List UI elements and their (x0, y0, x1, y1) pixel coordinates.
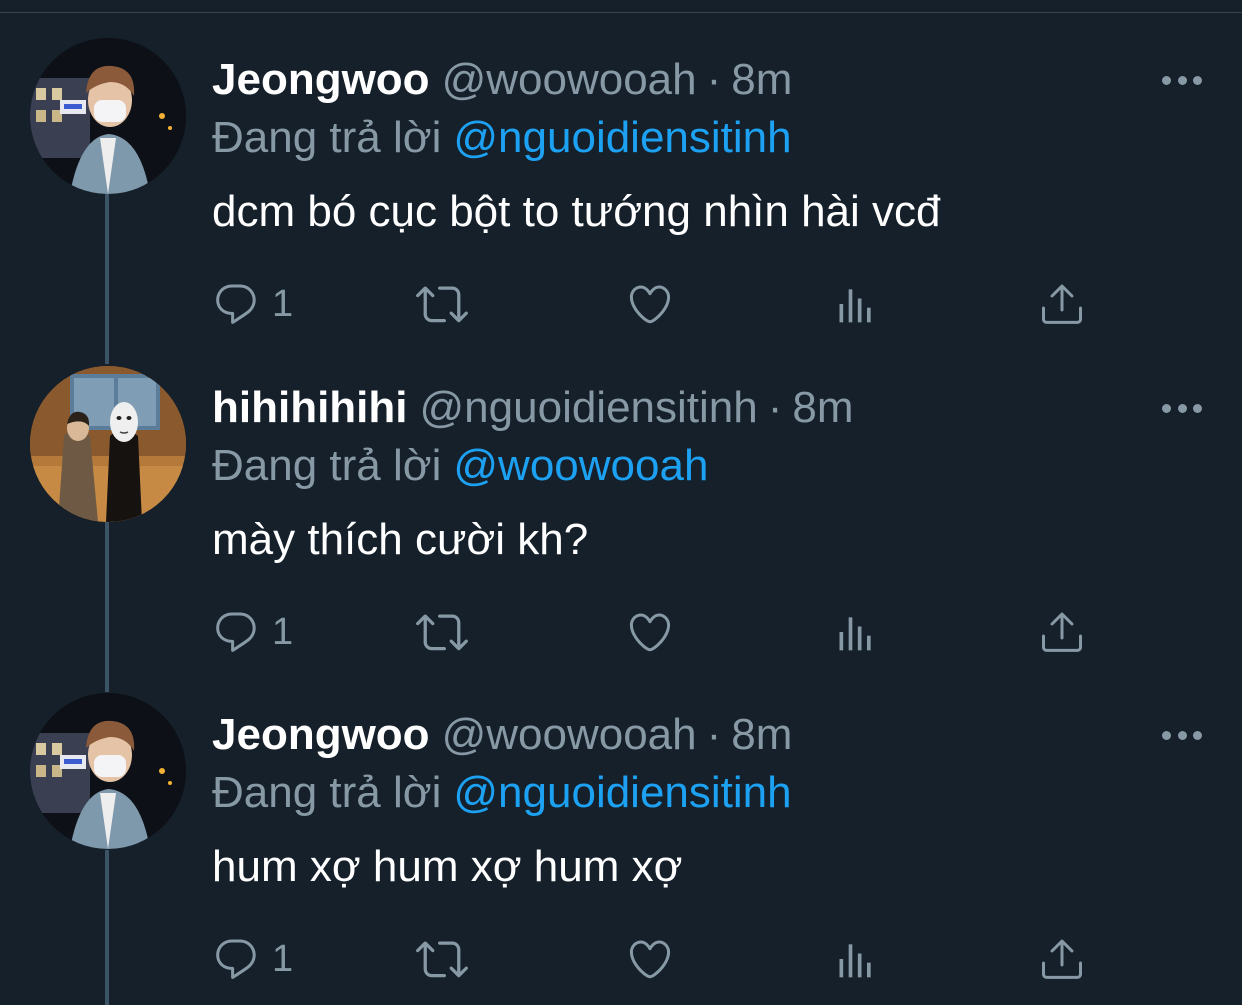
retweet-button[interactable] (416, 929, 468, 989)
timestamp[interactable]: 8m (731, 55, 792, 104)
share-icon (1042, 612, 1082, 652)
user-handle[interactable]: @woowooah (442, 710, 697, 759)
user-handle[interactable]: @woowooah (442, 55, 697, 104)
more-icon[interactable] (1162, 398, 1202, 418)
more-icon[interactable] (1162, 70, 1202, 90)
tweet-actions: 1 (212, 929, 1092, 989)
tweet-actions: 1 (212, 602, 1092, 662)
reply-to-link[interactable]: @woowooah (453, 441, 708, 490)
heart-icon (629, 940, 671, 979)
display-name[interactable]: Jeongwoo (212, 55, 430, 104)
share-button[interactable] (1038, 274, 1086, 334)
heart-icon (629, 613, 671, 652)
separator: · (767, 383, 783, 432)
reply-prefix: Đang trả lời (212, 441, 442, 490)
avatar[interactable] (30, 693, 186, 849)
tweet-text: dcm bó cục bột to tướng nhìn hài vcđ (212, 187, 941, 236)
display-name[interactable]: hihihihihi (212, 383, 408, 432)
replying-to: Đang trả lời @nguoidiensitinh (212, 108, 792, 168)
reply-count: 1 (272, 282, 294, 325)
reply-button[interactable]: 1 (212, 274, 293, 334)
share-button[interactable] (1038, 929, 1086, 989)
replying-to: Đang trả lời @woowooah (212, 436, 708, 496)
tweet-actions: 1 (212, 274, 1092, 334)
avatar-jeongwoo-image (30, 693, 186, 849)
reply-count: 1 (272, 610, 294, 653)
tweet-header: Jeongwoo @woowooah · 8m (212, 50, 792, 110)
analytics-icon (839, 289, 871, 323)
like-button[interactable] (626, 929, 674, 989)
avatar[interactable] (30, 366, 186, 522)
more-icon[interactable] (1162, 725, 1202, 745)
analytics-icon (839, 944, 871, 978)
retweet-button[interactable] (416, 602, 468, 662)
share-icon (1042, 939, 1082, 979)
tweet-text: mày thích cười kh? (212, 515, 589, 564)
analytics-icon (839, 617, 871, 651)
analytics-button[interactable] (834, 929, 878, 989)
share-button[interactable] (1038, 602, 1086, 662)
reply-icon (216, 939, 256, 979)
reply-count: 1 (272, 937, 294, 980)
reply-button[interactable]: 1 (212, 929, 293, 989)
heart-icon (629, 285, 671, 324)
tweet-header: Jeongwoo @woowooah · 8m (212, 705, 792, 765)
avatar[interactable] (30, 38, 186, 194)
reply-prefix: Đang trả lời (212, 768, 442, 817)
like-button[interactable] (626, 602, 674, 662)
reply-icon (216, 284, 256, 324)
separator: · (706, 710, 722, 759)
reply-to-link[interactable]: @nguoidiensitinh (453, 113, 791, 162)
timestamp[interactable]: 8m (792, 383, 853, 432)
timestamp[interactable]: 8m (731, 710, 792, 759)
avatar-jeongwoo-image (30, 38, 186, 194)
replying-to: Đang trả lời @nguoidiensitinh (212, 763, 792, 823)
avatar-hihihihihi-image (30, 366, 186, 522)
tweet[interactable]: Jeongwoo @woowooah · 8m Đang trả lời @nguoid… (0, 12, 1242, 339)
retweet-button[interactable] (416, 274, 468, 334)
reply-to-link[interactable]: @nguoidiensitinh (453, 768, 791, 817)
like-button[interactable] (626, 274, 674, 334)
tweet-header: hihihihihi @nguoidiensitinh · 8m (212, 378, 854, 438)
reply-icon (216, 612, 256, 652)
analytics-button[interactable] (834, 602, 878, 662)
share-icon (1042, 284, 1082, 324)
retweet-icon (416, 614, 468, 651)
user-handle[interactable]: @nguoidiensitinh (420, 383, 758, 432)
separator: · (706, 55, 722, 104)
tweet[interactable]: Jeongwoo @woowooah · 8m Đang trả lời @nguoid… (0, 667, 1242, 994)
retweet-icon (416, 286, 468, 323)
tweet[interactable]: hihihihihi @nguoidiensitinh · 8m Đang trả l… (0, 340, 1242, 667)
reply-prefix: Đang trả lời (212, 113, 442, 162)
retweet-icon (416, 941, 468, 978)
tweet-text: hum xợ hum xợ hum xợ (212, 842, 683, 891)
display-name[interactable]: Jeongwoo (212, 710, 430, 759)
analytics-button[interactable] (834, 274, 878, 334)
reply-button[interactable]: 1 (212, 602, 293, 662)
